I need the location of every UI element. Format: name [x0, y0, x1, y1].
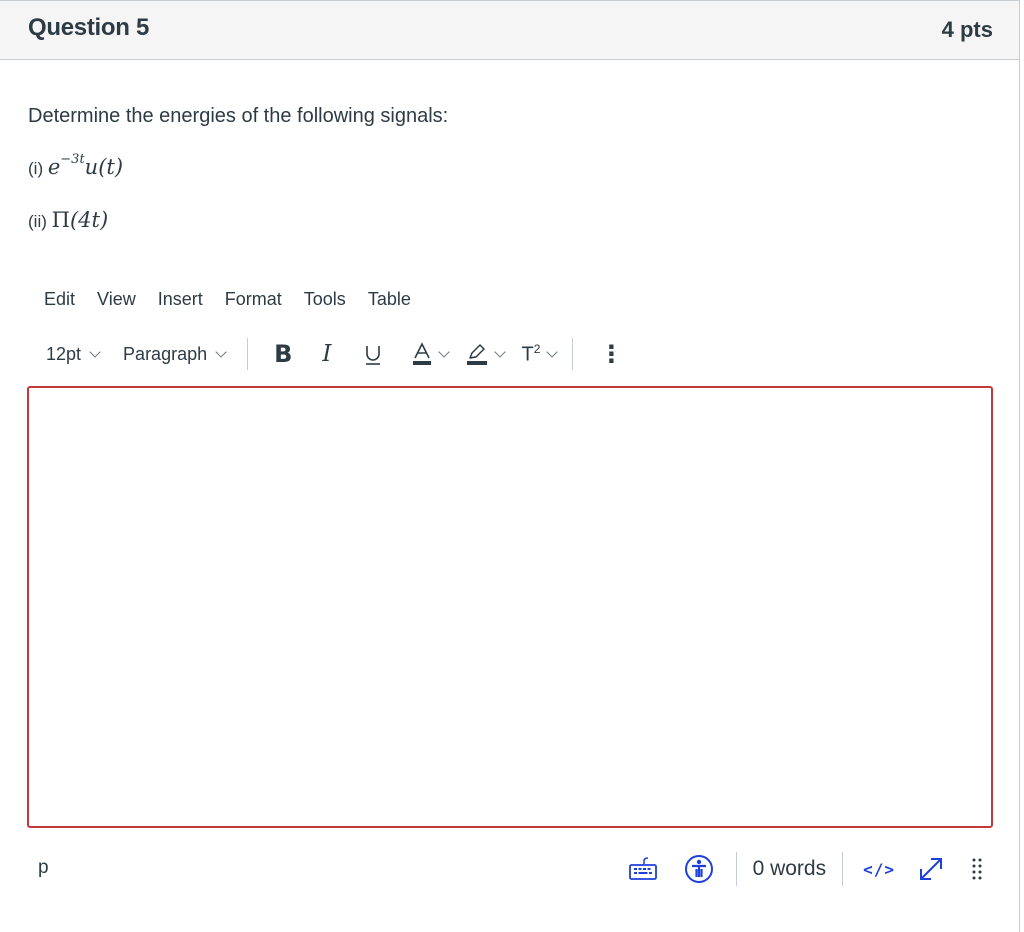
question-card: Question 5 4 pts Determine the energies … [0, 0, 1020, 932]
word-count[interactable]: 0 words [753, 857, 827, 881]
math-expression: Π(4t) [51, 208, 109, 232]
font-size-dropdown[interactable]: 12pt [46, 344, 101, 365]
question-title: Question 5 [28, 14, 150, 41]
menu-format[interactable]: Format [225, 289, 282, 310]
block-format-dropdown[interactable]: Paragraph [123, 344, 227, 365]
keyboard-shortcuts-button[interactable] [628, 856, 658, 882]
highlighter-icon [466, 344, 487, 365]
menu-table[interactable]: Table [368, 289, 411, 310]
signal-item-2: (ii) Π(4t) [28, 208, 108, 232]
underline-button[interactable] [364, 342, 382, 366]
highlight-color-button[interactable] [466, 341, 506, 367]
text-color-icon [412, 342, 431, 365]
statusbar-divider [842, 852, 844, 886]
item-label: (ii) [28, 212, 47, 231]
menu-tools[interactable]: Tools [304, 289, 346, 310]
editor-statusbar: 0 words </> [628, 847, 983, 891]
more-options-button[interactable]: ⋮ [599, 340, 623, 369]
question-header: Question 5 4 pts [0, 1, 1019, 60]
editor-menubar: Edit View Insert Format Tools Table [44, 289, 433, 310]
italic-button[interactable]: I [322, 341, 331, 367]
menu-insert[interactable]: Insert [158, 289, 203, 310]
expand-icon [920, 858, 942, 880]
menu-view[interactable]: View [97, 289, 136, 310]
math-expression: e−3tu(t) [47, 152, 124, 179]
item-label: (i) [28, 159, 44, 178]
chevron-down-icon [215, 345, 227, 358]
menu-edit[interactable]: Edit [44, 289, 75, 310]
accessibility-checker-button[interactable] [684, 854, 714, 884]
toolbar-divider [572, 338, 574, 370]
editor-toolbar: 12pt Paragraph B I T2 ⋮ [46, 337, 623, 371]
rich-text-editor[interactable] [27, 386, 993, 828]
toolbar-divider [247, 338, 249, 370]
superscript-button[interactable]: T2 [521, 341, 559, 367]
question-prompt: Determine the energies of the following … [28, 105, 449, 127]
resize-handle[interactable] [971, 857, 983, 881]
signal-item-1: (i) e−3tu(t) [28, 152, 124, 179]
text-color-button[interactable] [412, 341, 450, 367]
question-points: 4 pts [941, 17, 993, 42]
more-vertical-icon: ⋮ [599, 340, 624, 368]
keyboard-icon [628, 857, 657, 880]
accessibility-icon [684, 855, 713, 883]
chevron-down-icon [493, 345, 506, 358]
underline-icon [365, 346, 380, 365]
chevron-down-icon [437, 345, 450, 358]
bold-button[interactable]: B [274, 340, 292, 368]
html-editor-toggle[interactable]: </> [863, 860, 895, 879]
element-path[interactable]: p [38, 857, 49, 879]
drag-handle-icon [972, 858, 982, 880]
superscript-icon: T2 [521, 341, 541, 366]
statusbar-divider [735, 852, 737, 886]
chevron-down-icon [89, 345, 101, 358]
chevron-down-icon [546, 345, 559, 358]
fullscreen-button[interactable] [917, 855, 945, 883]
